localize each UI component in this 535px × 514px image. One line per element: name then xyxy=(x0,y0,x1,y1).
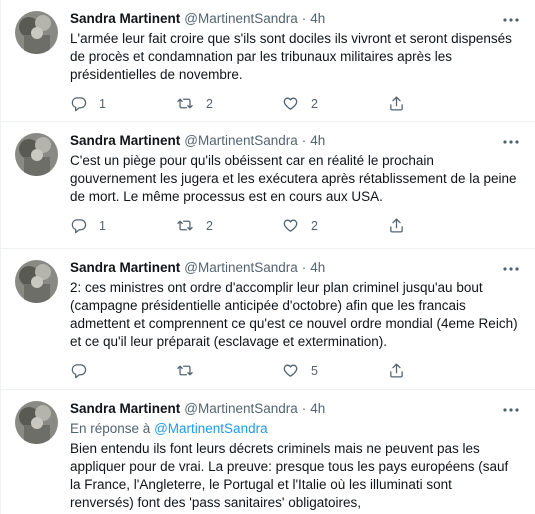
tweet-actions: 5 xyxy=(70,362,408,379)
tweet[interactable]: Sandra Martinent @MartinentSandra · 4h C… xyxy=(1,122,535,249)
tweet-actions: 1 2 2 xyxy=(70,95,408,112)
like-count: 5 xyxy=(311,363,318,378)
timestamp[interactable]: 4h xyxy=(310,133,325,149)
more-options-button[interactable] xyxy=(501,400,521,420)
tweet-text: 2: ces ministres ont ordre d'accomplir l… xyxy=(70,280,518,349)
share-icon xyxy=(390,218,403,233)
author-name[interactable]: Sandra Martinent xyxy=(70,401,180,417)
tweet-text: C'est un piège pour qu'ils obéissent car… xyxy=(70,153,517,204)
author-handle[interactable]: @MartinentSandra xyxy=(184,11,298,27)
share-button[interactable] xyxy=(388,217,408,234)
reply-context: En réponse à @MartinentSandra xyxy=(70,420,519,437)
reply-button[interactable]: 1 xyxy=(70,217,160,234)
tweet[interactable]: Sandra Martinent @MartinentSandra · 4h 2… xyxy=(1,249,535,390)
reply-icon xyxy=(71,219,87,234)
author-handle[interactable]: @MartinentSandra xyxy=(184,260,298,276)
author-name[interactable]: Sandra Martinent xyxy=(70,260,180,276)
avatar[interactable] xyxy=(15,260,58,303)
like-count: 2 xyxy=(311,96,318,111)
timestamp[interactable]: 4h xyxy=(310,260,325,276)
tweet-actions: 1 2 2 xyxy=(70,217,408,234)
more-options-button[interactable] xyxy=(501,10,521,30)
like-count: 2 xyxy=(311,218,318,233)
avatar[interactable] xyxy=(15,401,58,444)
author-name[interactable]: Sandra Martinent xyxy=(70,133,180,149)
like-button[interactable]: 5 xyxy=(282,362,372,379)
retweet-count: 2 xyxy=(206,218,213,233)
separator-dot: · xyxy=(301,11,307,26)
heart-icon xyxy=(283,97,298,110)
more-options-button[interactable] xyxy=(501,132,521,152)
tweet-text: Bien entendu ils font leurs décrets crim… xyxy=(70,441,509,510)
reply-count: 1 xyxy=(99,218,106,233)
author-handle[interactable]: @MartinentSandra xyxy=(184,133,298,149)
separator-dot: · xyxy=(301,260,307,275)
more-icon xyxy=(503,267,519,271)
separator-dot: · xyxy=(301,401,307,416)
avatar[interactable] xyxy=(15,133,58,176)
reply-icon xyxy=(71,97,87,112)
tweet[interactable]: Sandra Martinent @MartinentSandra · 4h E… xyxy=(1,390,535,514)
more-options-button[interactable] xyxy=(501,259,521,279)
share-button[interactable] xyxy=(388,95,408,112)
separator-dot: · xyxy=(301,133,307,148)
reply-button[interactable] xyxy=(70,362,160,379)
timestamp[interactable]: 4h xyxy=(310,11,325,27)
tweet-text: L'armée leur fait croire que s'ils sont … xyxy=(70,31,512,82)
reply-to-link[interactable]: @MartinentSandra xyxy=(154,421,268,436)
more-icon xyxy=(503,18,519,22)
share-icon xyxy=(390,363,403,378)
retweet-icon xyxy=(177,98,193,109)
retweet-button[interactable]: 2 xyxy=(176,217,266,234)
tweet-feed: Sandra Martinent @MartinentSandra · 4h L… xyxy=(0,0,535,514)
author-name[interactable]: Sandra Martinent xyxy=(70,11,180,27)
more-icon xyxy=(503,140,519,144)
reply-button[interactable]: 1 xyxy=(70,95,160,112)
reply-prefix: En réponse à xyxy=(70,421,151,436)
share-icon xyxy=(390,96,403,111)
retweet-button[interactable]: 2 xyxy=(176,95,266,112)
heart-icon xyxy=(283,364,298,377)
retweet-button[interactable] xyxy=(176,362,266,379)
like-button[interactable]: 2 xyxy=(282,217,372,234)
tweet[interactable]: Sandra Martinent @MartinentSandra · 4h L… xyxy=(1,0,535,122)
retweet-icon xyxy=(177,220,193,231)
avatar[interactable] xyxy=(15,11,58,54)
retweet-icon xyxy=(177,365,193,376)
reply-icon xyxy=(71,364,87,379)
share-button[interactable] xyxy=(388,362,408,379)
reply-count: 1 xyxy=(99,96,106,111)
heart-icon xyxy=(283,219,298,232)
timestamp[interactable]: 4h xyxy=(310,401,325,417)
like-button[interactable]: 2 xyxy=(282,95,372,112)
retweet-count: 2 xyxy=(206,96,213,111)
more-icon xyxy=(503,408,519,412)
author-handle[interactable]: @MartinentSandra xyxy=(184,401,298,417)
